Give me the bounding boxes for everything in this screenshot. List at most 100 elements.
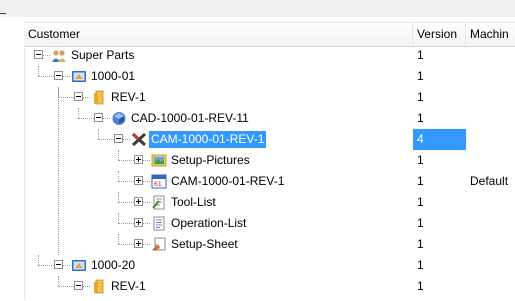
tree-row[interactable]: 61 CAM-1000-01-REV-1 1 Default bbox=[24, 171, 515, 192]
tree-node-label[interactable]: Tool-List bbox=[169, 194, 218, 211]
tree-node-label[interactable]: Setup-Pictures bbox=[169, 152, 252, 169]
tree-node-label[interactable]: 1000-01 bbox=[89, 68, 137, 85]
tree-line bbox=[38, 255, 39, 265]
customer-icon bbox=[51, 48, 67, 63]
collapse-icon[interactable] bbox=[114, 134, 123, 143]
version-cell: 1 bbox=[417, 111, 424, 125]
tree-node-label[interactable]: CAM-1000-01-REV-1 bbox=[149, 131, 267, 148]
tree-node[interactable]: CAD-1000-01-REV-11 bbox=[24, 108, 413, 129]
collapse-icon[interactable] bbox=[34, 50, 43, 59]
pictures-icon bbox=[151, 153, 167, 168]
column-version[interactable]: Version bbox=[413, 23, 466, 46]
tree-node[interactable]: Tool-List bbox=[24, 192, 413, 213]
tree-line bbox=[58, 286, 74, 287]
tree-row[interactable]: 1000-01 1 bbox=[24, 66, 515, 87]
collapse-icon[interactable] bbox=[74, 281, 83, 290]
machine-cell bbox=[466, 234, 515, 255]
tree-row[interactable]: Super Parts 1 bbox=[24, 45, 515, 66]
expand-icon[interactable] bbox=[134, 197, 143, 206]
version-cell: 1 bbox=[417, 153, 424, 167]
machine-cell bbox=[466, 129, 515, 150]
tree-node[interactable]: 1000-01 bbox=[24, 66, 413, 87]
tree-node[interactable]: 1000-20 bbox=[24, 255, 413, 276]
machine-cell bbox=[466, 87, 515, 108]
tree-line bbox=[98, 139, 114, 140]
tree-line bbox=[143, 181, 150, 182]
tree-node-label[interactable]: Super Parts bbox=[69, 47, 136, 64]
tree-row[interactable]: CAM-1000-01-REV-1 4 bbox=[24, 129, 515, 150]
svg-text:61: 61 bbox=[154, 181, 162, 188]
machine-cell bbox=[466, 108, 515, 129]
version-cell: 1 bbox=[417, 69, 424, 83]
machine-cell bbox=[466, 255, 515, 276]
tree-line bbox=[143, 160, 150, 161]
tree-node-label[interactable]: Setup-Sheet bbox=[169, 236, 240, 253]
tree-line bbox=[143, 223, 150, 224]
tree-row[interactable]: CAD-1000-01-REV-11 1 bbox=[24, 108, 515, 129]
tree-line bbox=[118, 181, 134, 182]
tree-line bbox=[118, 171, 119, 181]
revision-folder-icon bbox=[91, 90, 107, 105]
tree-node[interactable]: Super Parts bbox=[24, 45, 413, 66]
machine-cell bbox=[466, 150, 515, 171]
tree-node-label[interactable]: REV-1 bbox=[109, 278, 148, 295]
tree-line bbox=[38, 265, 54, 266]
version-cell: 1 bbox=[417, 258, 424, 272]
tree-line bbox=[98, 129, 99, 139]
tree-node[interactable]: REV-1 bbox=[24, 276, 413, 297]
version-cell: 1 bbox=[417, 48, 424, 62]
tree-row[interactable]: Setup-Pictures 1 bbox=[24, 150, 515, 171]
tree-line bbox=[118, 202, 134, 203]
tree-row[interactable]: Setup-Sheet 1 bbox=[24, 234, 515, 255]
tree-row[interactable]: REV-1 1 bbox=[24, 87, 515, 108]
tree-line bbox=[43, 55, 50, 56]
tree-line bbox=[83, 97, 90, 98]
tree-node[interactable]: 61 CAM-1000-01-REV-1 bbox=[24, 171, 413, 192]
collapse-icon[interactable] bbox=[94, 113, 103, 122]
tree-node[interactable]: CAM-1000-01-REV-1 bbox=[24, 129, 413, 150]
tree-node[interactable]: Operation-List bbox=[24, 213, 413, 234]
tree-node[interactable]: Setup-Pictures bbox=[24, 150, 413, 171]
tree-node-label[interactable]: CAM-1000-01-REV-1 bbox=[169, 173, 286, 190]
tree-line bbox=[118, 244, 134, 245]
tree-line bbox=[58, 97, 74, 98]
tree-list-view: Customer Version Machin Super Parts 1 1000… bbox=[0, 0, 515, 299]
machine-cell bbox=[466, 213, 515, 234]
collapse-icon[interactable] bbox=[74, 92, 83, 101]
column-customer[interactable]: Customer bbox=[24, 23, 413, 46]
expand-icon[interactable] bbox=[134, 218, 143, 227]
tree-node-label[interactable]: Operation-List bbox=[169, 215, 248, 232]
tree-line bbox=[58, 150, 59, 171]
tree-line bbox=[58, 171, 59, 192]
tree-line bbox=[63, 76, 70, 77]
expand-icon[interactable] bbox=[134, 155, 143, 164]
tree-node[interactable]: Setup-Sheet bbox=[24, 234, 413, 255]
top-bar bbox=[0, 0, 515, 17]
machine-cell: Default bbox=[470, 174, 509, 188]
tree-row[interactable]: REV-1 1 bbox=[24, 276, 515, 297]
expand-icon[interactable] bbox=[134, 176, 143, 185]
tree-line bbox=[143, 244, 150, 245]
tree-line bbox=[118, 223, 134, 224]
tree-row[interactable]: 1000-20 1 bbox=[24, 255, 515, 276]
tree-row[interactable]: Tool-List 1 bbox=[24, 192, 515, 213]
expand-icon[interactable] bbox=[134, 239, 143, 248]
collapse-icon[interactable] bbox=[54, 260, 63, 269]
tree-node-label[interactable]: CAD-1000-01-REV-11 bbox=[129, 110, 251, 127]
version-cell: 1 bbox=[417, 279, 424, 293]
tree-line bbox=[58, 192, 59, 213]
part-icon bbox=[71, 69, 87, 84]
tree-line bbox=[103, 118, 110, 119]
version-cell: 1 bbox=[417, 90, 424, 104]
machine-cell bbox=[466, 66, 515, 87]
column-machine[interactable]: Machin bbox=[466, 23, 515, 46]
collapse-icon[interactable] bbox=[54, 71, 63, 80]
tree-node[interactable]: REV-1 bbox=[24, 87, 413, 108]
tree-row[interactable]: Operation-List 1 bbox=[24, 213, 515, 234]
cam-icon bbox=[131, 132, 147, 147]
tree-line bbox=[58, 234, 59, 255]
tree-node-label[interactable]: 1000-20 bbox=[89, 257, 137, 274]
tree-line bbox=[38, 66, 39, 76]
tree-rows: Super Parts 1 1000-01 1 REV-1 1 CAD-1000-01-RE… bbox=[24, 45, 515, 297]
tree-node-label[interactable]: REV-1 bbox=[109, 89, 148, 106]
